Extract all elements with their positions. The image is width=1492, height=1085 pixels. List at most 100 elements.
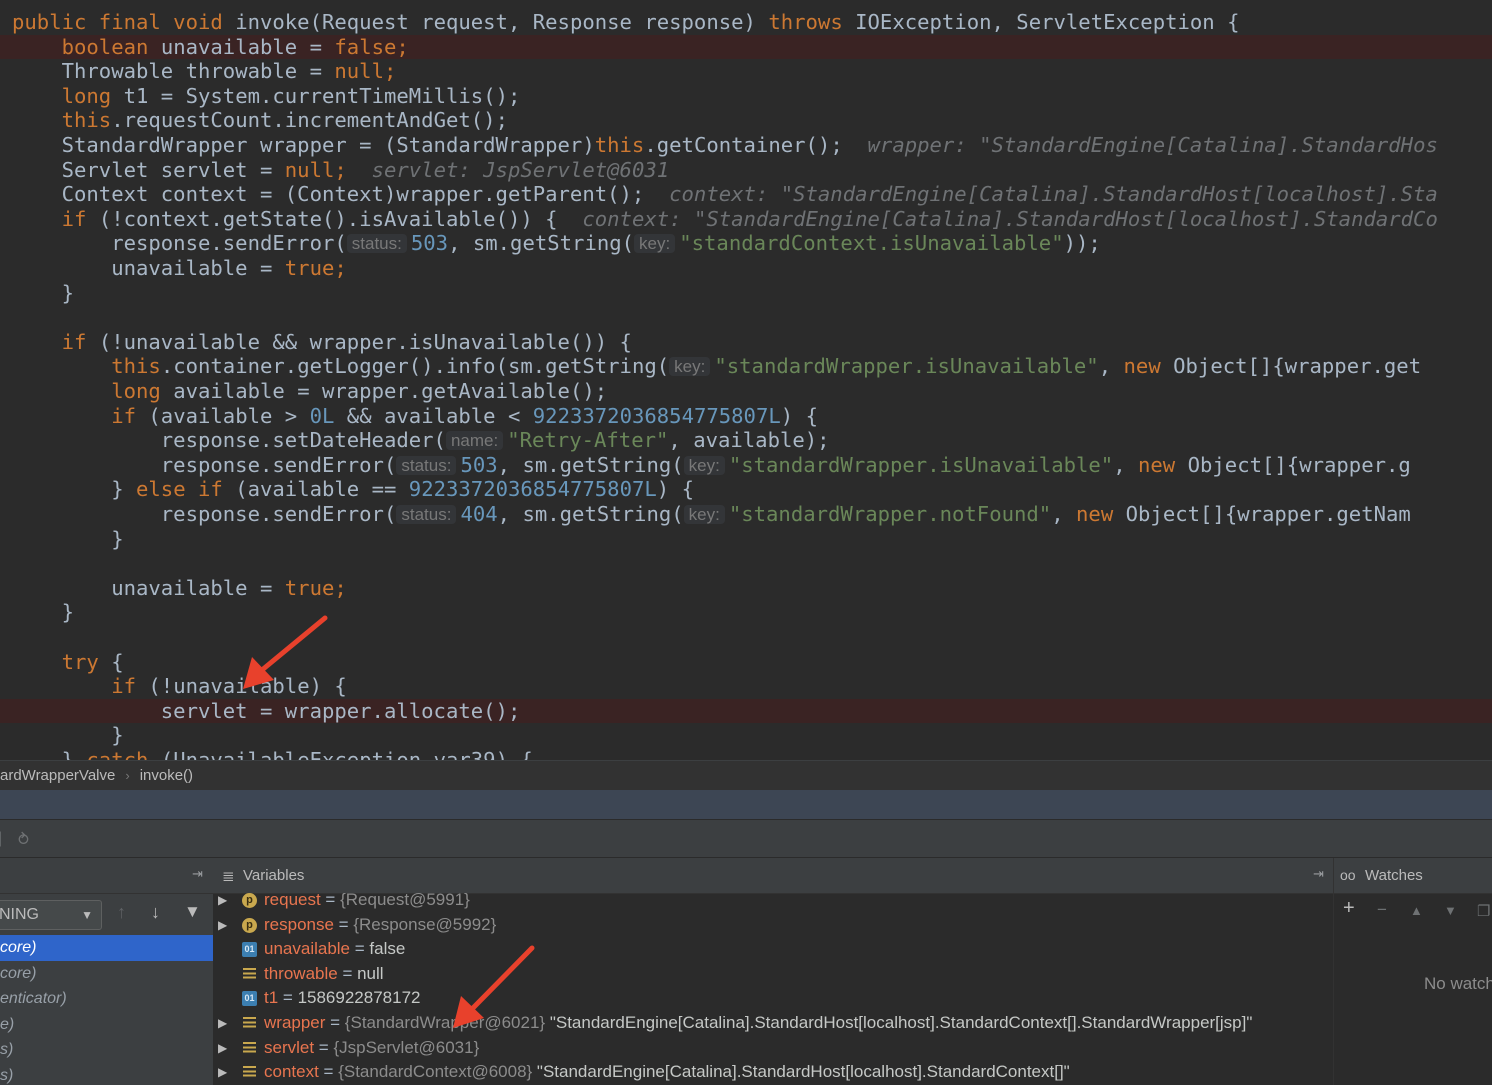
frame-item[interactable]: core) [0, 961, 213, 987]
code-token: } [12, 748, 87, 760]
expand-arrow-icon[interactable]: ▶ [218, 1060, 227, 1085]
code-line[interactable]: } else if (available == 9223372036854775… [0, 477, 1492, 502]
code-line-content: long available = wrapper.getAvailable(); [12, 379, 607, 404]
variable-row[interactable]: ▶ p request = {Request@5991} [213, 888, 1333, 913]
variables-panel: ≣ Variables ⇥ ▶ p request = {Request@5991}… [213, 858, 1333, 1085]
code-line[interactable]: if (!unavailable && wrapper.isUnavailabl… [0, 330, 1492, 355]
variable-type: {StandardContext@6008} [338, 1062, 533, 1082]
remove-watch-icon[interactable]: − [1377, 900, 1387, 920]
variable-obj-icon [242, 1016, 257, 1031]
code-token: long [111, 379, 174, 403]
variables-list-icon: ≣ [222, 868, 235, 885]
code-line-content: this.requestCount.incrementAndGet(); [12, 108, 508, 133]
add-watch-icon[interactable]: + [1343, 897, 1355, 920]
code-editor[interactable]: public final void invoke(Request request… [0, 0, 1492, 760]
breadcrumb-class[interactable]: ardWrapperValve [0, 767, 115, 784]
inline-debug-value: context: "StandardEngine[Catalina].Stand… [582, 206, 1438, 231]
variable-row[interactable]: throwable = null [213, 962, 1333, 987]
variable-equals: = [318, 1062, 339, 1082]
frame-item[interactable]: enticator) [0, 986, 213, 1012]
code-line[interactable] [0, 625, 1492, 650]
code-line[interactable]: } [0, 600, 1492, 625]
expand-arrow-icon[interactable]: ▶ [218, 1036, 227, 1061]
filter-icon[interactable]: ▼ [184, 902, 201, 922]
variable-type: {JspServlet@6031} [333, 1037, 480, 1057]
code-line[interactable]: long t1 = System.currentTimeMillis(); [0, 84, 1492, 109]
move-down-icon[interactable]: ▼ [1444, 903, 1457, 918]
variable-row[interactable]: ▶ wrapper = {StandardWrapper@6021} "Stand… [213, 1011, 1333, 1036]
code-token: (); [483, 83, 521, 108]
code-token: if [111, 403, 149, 428]
frame-item[interactable]: s) [0, 1037, 213, 1063]
code-line[interactable]: public final void invoke(Request request… [0, 10, 1492, 35]
pin-icon[interactable]: ⇥ [192, 866, 203, 882]
variable-row[interactable]: ▶ servlet = {JspServlet@6031} [213, 1036, 1333, 1061]
code-token: throws [768, 10, 856, 34]
variable-obj-icon [242, 967, 257, 982]
code-line[interactable]: Servlet servlet = null; servlet: JspServ… [0, 158, 1492, 183]
variable-text: context = {StandardContext@6008} "Standa… [264, 1060, 1070, 1085]
variable-row[interactable]: ▶ context = {StandardContext@6008} "Stand… [213, 1060, 1333, 1085]
frame-item[interactable]: core) [0, 935, 213, 961]
expand-arrow-icon[interactable]: ▶ [218, 1011, 227, 1036]
code-token: "standardContext.isUnavailable" [679, 231, 1064, 256]
expand-arrow-icon[interactable]: ▶ [218, 913, 227, 938]
variable-value: 1586922878172 [297, 988, 421, 1008]
pin-icon[interactable]: ⇥ [1313, 866, 1324, 882]
code-line[interactable]: response.sendError(status: 404, sm.getStr… [0, 502, 1492, 527]
code-line[interactable]: this.requestCount.incrementAndGet(); [0, 108, 1492, 133]
code-token: t1 = System. [123, 83, 273, 108]
breadcrumb-method[interactable]: invoke() [140, 767, 193, 784]
variable-equals: = [278, 988, 298, 1008]
code-token: )); [1063, 231, 1101, 256]
code-token: Context context = (Context)wrapper.getPa… [12, 182, 670, 207]
variable-row[interactable]: 01 t1 = 1586922878172 [213, 986, 1333, 1011]
code-line[interactable]: response.sendError(status: 503, sm.getStr… [0, 453, 1492, 478]
code-line[interactable]: } catch (UnavailableException var39) { [0, 748, 1492, 760]
variable-type: {Request@5991} [340, 890, 470, 909]
arrow-up-icon[interactable]: ↑ [117, 902, 126, 923]
code-line[interactable]: response.setDateHeader(name: "Retry-After… [0, 428, 1492, 453]
code-line-content: Context context = (Context)wrapper.getPa… [12, 182, 1438, 207]
arrow-down-icon[interactable]: ↓ [151, 902, 160, 923]
code-token: long [61, 83, 124, 108]
glasses-icon: oo [1340, 867, 1356, 883]
code-token: this [61, 108, 112, 133]
code-line[interactable]: if (!unavailable) { [0, 674, 1492, 699]
variable-row[interactable]: ▶ p response = {Response@5992} [213, 913, 1333, 938]
code-line[interactable]: } [0, 281, 1492, 306]
expand-arrow-icon[interactable]: ▶ [218, 888, 227, 913]
code-line[interactable]: long available = wrapper.getAvailable(); [0, 379, 1492, 404]
code-line[interactable]: try { [0, 650, 1492, 675]
code-line[interactable]: this.container.getLogger().info(sm.getSt… [0, 354, 1492, 379]
code-token: } [12, 477, 136, 502]
code-line[interactable]: boolean unavailable = false; [0, 34, 1492, 60]
evaluate-expression-icon[interactable]: ⥁ [18, 830, 29, 850]
code-line[interactable]: } [0, 527, 1492, 552]
code-line[interactable]: if (available > 0L && available < 922337… [0, 404, 1492, 429]
code-line[interactable]: StandardWrapper wrapper = (StandardWrapp… [0, 133, 1492, 158]
code-token: Object[]{wrapper.g [1187, 452, 1411, 477]
code-line[interactable]: servlet = wrapper.allocate(); [0, 698, 1492, 724]
code-token: 9223372036854775807L [408, 477, 657, 502]
code-line-content: } [12, 281, 74, 306]
thread-select[interactable]: NING ▼ [0, 900, 102, 930]
code-token: (available == [235, 477, 409, 502]
move-up-icon[interactable]: ▲ [1410, 903, 1423, 918]
code-line[interactable]: unavailable = true; [0, 256, 1492, 281]
code-token: IOException, ServletException { [855, 10, 1240, 34]
code-line-content: } [12, 723, 123, 748]
code-line[interactable]: unavailable = true; [0, 576, 1492, 601]
code-line[interactable] [0, 551, 1492, 576]
copy-icon[interactable]: ❐ [1477, 902, 1490, 920]
code-line[interactable]: Context context = (Context)wrapper.getPa… [0, 182, 1492, 207]
code-line[interactable]: if (!context.getState().isAvailable()) {… [0, 207, 1492, 232]
code-token: , [1051, 502, 1077, 526]
code-line[interactable] [0, 305, 1492, 330]
code-line[interactable]: response.sendError(status: 503, sm.getStr… [0, 231, 1492, 256]
variable-row[interactable]: 01 unavailable = false [213, 937, 1333, 962]
code-line[interactable]: } [0, 723, 1492, 748]
frame-item[interactable]: e) [0, 1012, 213, 1038]
frame-item[interactable]: s) [0, 1063, 213, 1085]
code-line[interactable]: Throwable throwable = null; [0, 59, 1492, 84]
